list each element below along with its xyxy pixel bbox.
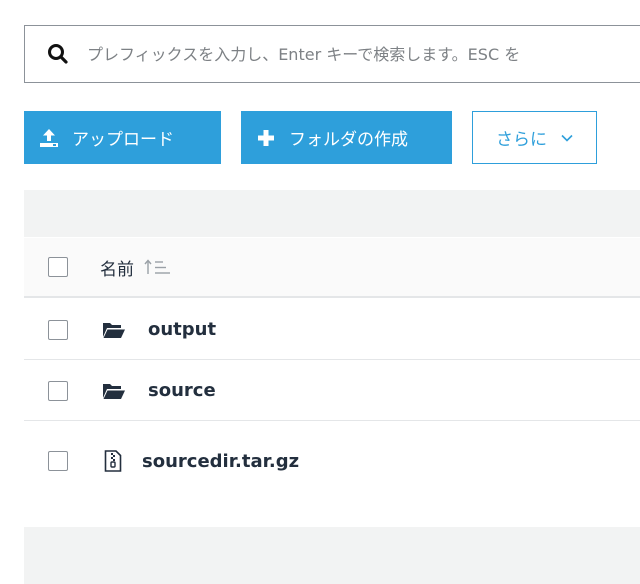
toolbar: アップロード フォルダの作成 さらに xyxy=(24,111,597,164)
row-checkbox[interactable] xyxy=(48,451,68,471)
row-name-link[interactable]: sourcedir.tar.gz xyxy=(142,451,299,472)
table-row[interactable]: output xyxy=(24,300,640,360)
upload-icon xyxy=(38,127,60,149)
table-row[interactable]: sourcedir.tar.gz xyxy=(24,422,640,500)
upload-button-label: アップロード xyxy=(72,130,174,150)
table-footer-band xyxy=(24,527,640,584)
folder-open-icon xyxy=(102,381,126,401)
column-header-name[interactable]: 名前 xyxy=(100,255,134,280)
search-bar[interactable] xyxy=(24,25,640,83)
table-toolbar-band xyxy=(24,190,640,237)
row-name-link[interactable]: output xyxy=(148,319,216,340)
table-header: 名前 xyxy=(24,238,640,298)
more-actions-label: さらに xyxy=(496,130,547,150)
plus-icon xyxy=(255,127,277,149)
row-checkbox[interactable] xyxy=(48,319,68,340)
create-folder-button[interactable]: フォルダの作成 xyxy=(241,111,452,164)
search-icon xyxy=(47,43,69,65)
zip-file-icon xyxy=(102,449,124,473)
select-all-checkbox[interactable] xyxy=(48,257,68,277)
upload-button[interactable]: アップロード xyxy=(24,111,221,164)
chevron-down-icon xyxy=(561,134,573,142)
more-actions-button[interactable]: さらに xyxy=(472,111,597,164)
search-input[interactable] xyxy=(87,26,640,82)
create-folder-button-label: フォルダの作成 xyxy=(289,130,408,150)
sort-ascending-icon[interactable] xyxy=(144,258,172,276)
folder-open-icon xyxy=(102,320,126,340)
table-row[interactable]: source xyxy=(24,361,640,421)
row-checkbox[interactable] xyxy=(48,380,68,401)
row-name-link[interactable]: source xyxy=(148,380,216,401)
